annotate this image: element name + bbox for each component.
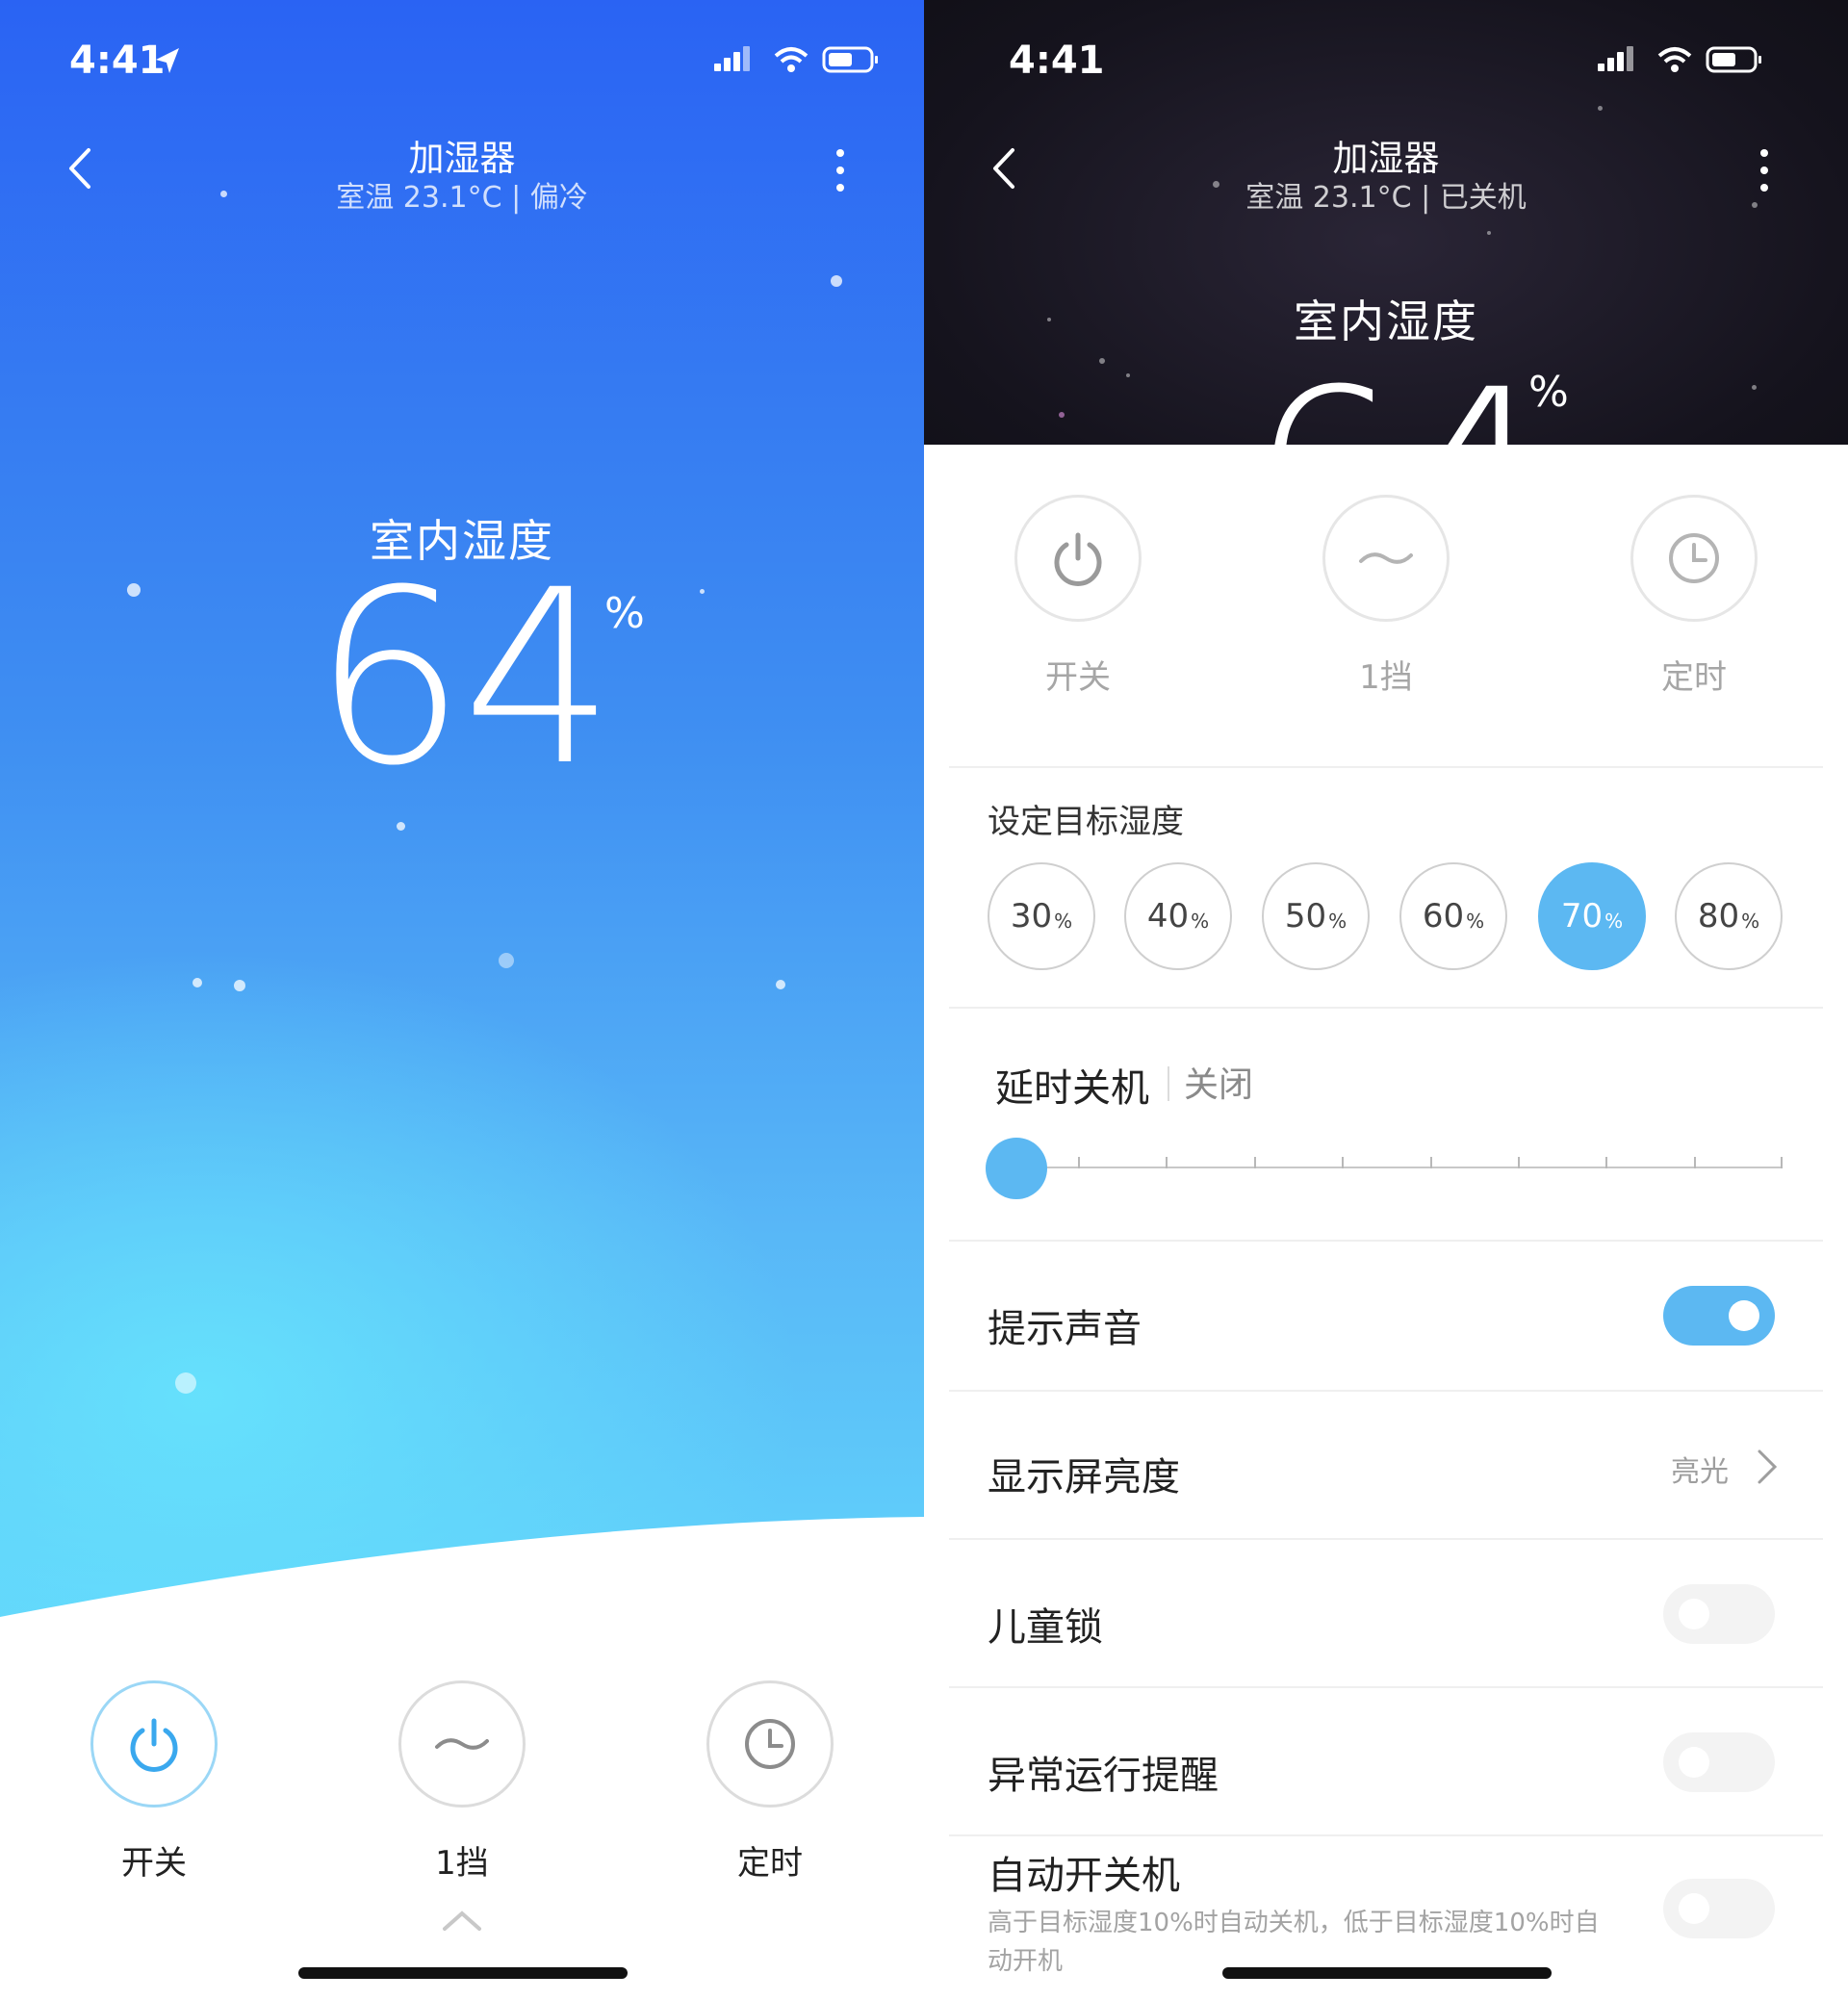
abnormal-alert-toggle[interactable] bbox=[1663, 1732, 1775, 1792]
timer-label: 定时 bbox=[737, 1844, 803, 1883]
clock-icon bbox=[745, 1719, 795, 1769]
signal-icon bbox=[714, 46, 750, 71]
status-time: 4:41 bbox=[1009, 38, 1105, 83]
divider bbox=[949, 1538, 1823, 1540]
delay-off-slider-track[interactable] bbox=[1016, 1167, 1781, 1168]
target-option-30[interactable]: 30% bbox=[988, 862, 1095, 970]
right-screen: 4:41 加湿器 室温 23.1°C | 已关机 室内湿度 64 % bbox=[924, 0, 1848, 2000]
battery-icon bbox=[1706, 46, 1761, 73]
humidity-background bbox=[0, 0, 924, 1636]
humidity-unit: % bbox=[1528, 368, 1569, 417]
target-humidity-title: 设定目标湿度 bbox=[988, 803, 1184, 841]
battery-icon bbox=[822, 46, 878, 73]
signal-icon bbox=[1598, 46, 1633, 71]
fan-speed-button[interactable] bbox=[398, 1680, 526, 1808]
child-lock-label: 儿童锁 bbox=[988, 1605, 1103, 1650]
delay-off-slider-handle[interactable] bbox=[986, 1138, 1047, 1199]
brightness-value[interactable]: 亮光 bbox=[1671, 1448, 1729, 1490]
target-option-70[interactable]: 70% bbox=[1538, 862, 1646, 970]
timer-label: 定时 bbox=[1661, 658, 1727, 697]
abnormal-alert-label: 异常运行提醒 bbox=[988, 1754, 1219, 1798]
left-screen: 4:41 加湿器 室温 23.1°C | 偏冷 室内湿度 64 % 开关 1挡 … bbox=[0, 0, 924, 2000]
chevron-up-icon[interactable] bbox=[441, 1908, 483, 1933]
room-temperature-status: 室温 23.1°C | 偏冷 bbox=[336, 181, 588, 215]
wifi-icon bbox=[774, 47, 808, 72]
timer-button[interactable] bbox=[1630, 495, 1758, 622]
divider bbox=[949, 766, 1823, 768]
target-option-40[interactable]: 40% bbox=[1124, 862, 1232, 970]
power-icon bbox=[130, 1718, 178, 1772]
clock-icon bbox=[1669, 533, 1719, 583]
divider bbox=[949, 1686, 1823, 1688]
target-option-50[interactable]: 50% bbox=[1262, 862, 1370, 970]
humidity-value: 64 bbox=[1249, 358, 1552, 446]
separator bbox=[1168, 1066, 1169, 1101]
delay-off-title: 延时关机 bbox=[995, 1066, 1149, 1111]
more-menu-icon[interactable] bbox=[1758, 149, 1770, 193]
sound-toggle[interactable] bbox=[1663, 1286, 1775, 1346]
auto-power-toggle[interactable] bbox=[1663, 1879, 1775, 1938]
divider bbox=[949, 1834, 1823, 1836]
fan-speed-button[interactable] bbox=[1322, 495, 1450, 622]
humidity-value: 64 bbox=[313, 538, 615, 818]
room-temperature-status: 室温 23.1°C | 已关机 bbox=[1245, 181, 1527, 215]
power-button[interactable] bbox=[90, 1680, 218, 1808]
wave-icon bbox=[1359, 552, 1413, 564]
status-bar: 4:41 bbox=[69, 35, 887, 85]
divider bbox=[949, 1240, 1823, 1242]
divider bbox=[949, 1390, 1823, 1392]
timer-button[interactable] bbox=[706, 1680, 834, 1808]
child-lock-toggle[interactable] bbox=[1663, 1584, 1775, 1644]
power-button[interactable] bbox=[1014, 495, 1142, 622]
brightness-setting-label[interactable]: 显示屏亮度 bbox=[988, 1446, 1180, 1501]
power-label: 开关 bbox=[1045, 658, 1111, 697]
target-option-60[interactable]: 60% bbox=[1399, 862, 1507, 970]
fan-speed-label: 1挡 bbox=[1359, 658, 1413, 697]
more-menu-icon[interactable] bbox=[834, 149, 846, 193]
chevron-right-icon[interactable] bbox=[1756, 1448, 1779, 1486]
power-label: 开关 bbox=[121, 1844, 187, 1883]
home-indicator[interactable] bbox=[298, 1967, 628, 1979]
power-icon bbox=[1054, 532, 1102, 586]
target-option-80[interactable]: 80% bbox=[1675, 862, 1783, 970]
sound-setting-label: 提示声音 bbox=[988, 1307, 1142, 1351]
delay-off-value: 关闭 bbox=[1184, 1065, 1254, 1105]
status-time: 4:41 bbox=[69, 38, 166, 83]
home-indicator[interactable] bbox=[1222, 1967, 1552, 1979]
divider bbox=[949, 1007, 1823, 1009]
status-bar: 4:41 bbox=[1009, 35, 1827, 85]
wave-divider bbox=[0, 1517, 924, 1655]
humidity-header-dark: 4:41 加湿器 室温 23.1°C | 已关机 室内湿度 64 % bbox=[924, 0, 1848, 445]
wave-icon bbox=[435, 1738, 489, 1750]
fan-speed-label: 1挡 bbox=[435, 1844, 489, 1883]
location-arrow-icon bbox=[156, 48, 179, 73]
wifi-icon bbox=[1657, 47, 1692, 72]
auto-power-label: 自动开关机 bbox=[988, 1854, 1180, 1898]
humidity-unit: % bbox=[604, 589, 645, 638]
